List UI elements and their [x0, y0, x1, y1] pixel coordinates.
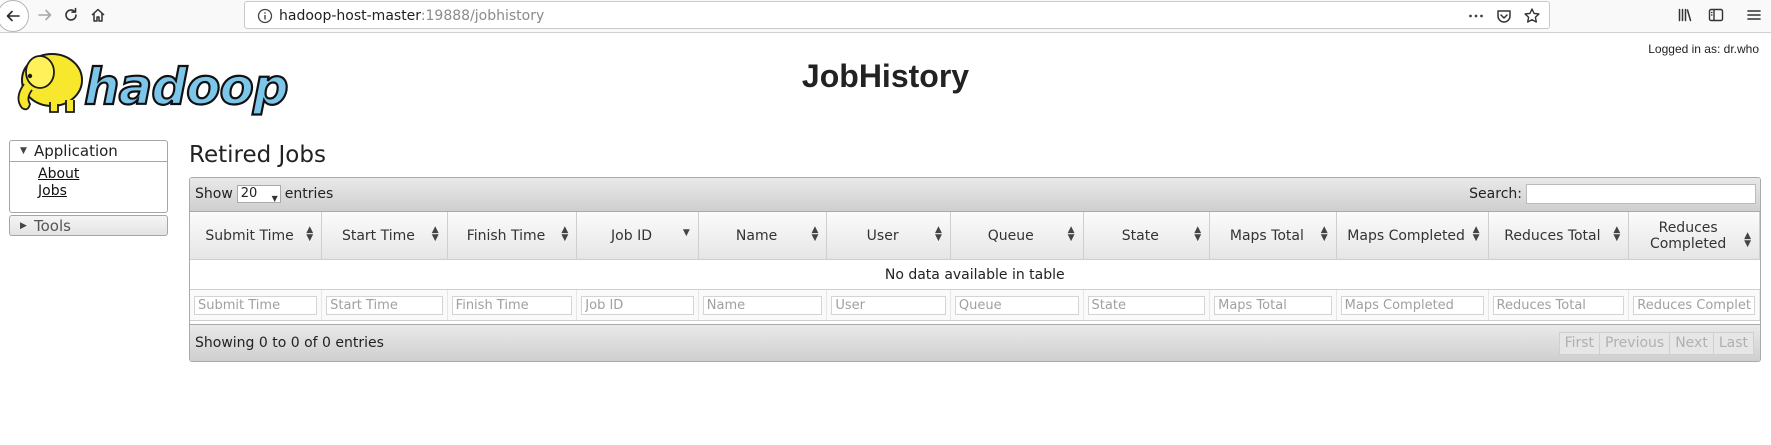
jobs-table-panel: Show 20 ▼ entries Search: Submit Time ▲ ▼ …: [189, 177, 1761, 362]
reload-icon: [65, 7, 77, 21]
empty-table-row: No data available in table: [190, 259, 1760, 290]
col-header-job-id[interactable]: Job ID ▼: [576, 212, 699, 260]
col-header-state[interactable]: State ▲ ▼: [1083, 212, 1211, 260]
url-text: hadoop-host-master:19888/jobhistory: [279, 8, 545, 24]
reload-button[interactable]: [57, 1, 85, 29]
page-length-select[interactable]: 20 ▼: [236, 185, 281, 203]
search-label: Search:: [1469, 186, 1522, 202]
nav-link-jobs[interactable]: Jobs: [38, 183, 167, 200]
sort-both-icon: ▲ ▼: [1472, 225, 1480, 243]
menu-button[interactable]: [1740, 1, 1768, 29]
filter-row: [190, 289, 1760, 321]
sort-both-icon: ▲ ▼: [1194, 225, 1202, 243]
dropdown-arrow-icon: ▼: [271, 194, 278, 203]
pagination: First Previous Next Last: [1558, 332, 1754, 355]
sort-desc-icon: ▼: [682, 228, 690, 238]
back-button[interactable]: [0, 0, 29, 32]
library-icon: [1678, 8, 1692, 22]
page-length-value: 20: [240, 186, 258, 201]
sort-both-icon: ▲ ▼: [934, 225, 942, 243]
filter-maps-completed[interactable]: [1340, 295, 1484, 315]
forward-icon: [38, 9, 52, 21]
pager-first-button[interactable]: First: [1558, 332, 1601, 355]
sort-both-icon: ▲ ▼: [306, 225, 314, 243]
col-header-queue[interactable]: Queue ▲ ▼: [950, 212, 1084, 260]
filter-reduces-completed[interactable]: [1633, 295, 1755, 315]
menu-icon: [1747, 10, 1761, 20]
library-button[interactable]: [1671, 1, 1699, 29]
filter-queue[interactable]: [954, 295, 1079, 315]
pocket-icon[interactable]: [1495, 7, 1513, 25]
col-header-reduces-total[interactable]: Reduces Total ▲ ▼: [1488, 212, 1630, 260]
sort-both-icon: ▲ ▼: [431, 225, 439, 243]
home-icon: [91, 8, 105, 22]
caret-right-icon: ▶: [20, 220, 27, 231]
filter-state[interactable]: [1087, 295, 1206, 315]
table-header-row: Submit Time ▲ ▼ Start Time ▲ ▼ Finish Time ▲ ▼…: [190, 212, 1760, 260]
table-info: Showing 0 to 0 of 0 entries: [195, 335, 384, 351]
filter-submit-time[interactable]: [194, 295, 318, 315]
jobs-table: Submit Time ▲ ▼ Start Time ▲ ▼ Finish Time ▲ ▼…: [190, 212, 1760, 321]
page-title: JobHistory: [801, 58, 970, 94]
col-header-user[interactable]: User ▲ ▼: [826, 212, 951, 260]
filter-maps-total[interactable]: [1214, 295, 1332, 315]
home-button[interactable]: [84, 1, 112, 29]
back-icon: [0, 0, 29, 32]
filter-name[interactable]: [702, 295, 823, 315]
logged-in-status: Logged in as: dr.who: [1648, 42, 1759, 56]
forward-button[interactable]: [31, 1, 59, 29]
entries-label: entries: [284, 186, 334, 202]
pager-last-button[interactable]: Last: [1712, 332, 1754, 355]
sort-both-icon: ▲ ▼: [811, 225, 819, 243]
filter-user[interactable]: [831, 295, 946, 315]
nav-application-label: Application: [34, 142, 118, 160]
filter-job-id[interactable]: [581, 295, 694, 315]
nav-application-panel: ▼ Application About Jobs: [9, 140, 168, 213]
nav-tools-label: Tools: [34, 216, 71, 235]
search-input[interactable]: [1526, 184, 1756, 204]
col-header-maps-completed[interactable]: Maps Completed ▲ ▼: [1336, 212, 1489, 260]
sort-both-icon: ▲ ▼: [1320, 225, 1328, 243]
info-icon[interactable]: [257, 8, 273, 24]
more-icon[interactable]: [1467, 7, 1485, 25]
col-header-submit-time[interactable]: Submit Time ▲ ▼: [190, 212, 323, 260]
table-controls: Show 20 ▼ entries Search:: [190, 178, 1760, 212]
col-header-name[interactable]: Name ▲ ▼: [698, 212, 828, 260]
pager-previous-button[interactable]: Previous: [1599, 332, 1671, 355]
nav-application-header[interactable]: ▼ Application: [10, 141, 167, 162]
col-header-finish-time[interactable]: Finish Time ▲ ▼: [447, 212, 578, 260]
show-label: Show: [195, 186, 233, 202]
sidebar-icon: [1708, 8, 1724, 22]
filter-reduces-total[interactable]: [1492, 295, 1625, 315]
sort-both-icon: ▲ ▼: [1744, 231, 1751, 249]
sidebar-button[interactable]: [1702, 1, 1730, 29]
col-header-reduces-completed[interactable]: Reduces Completed ▲ ▼: [1628, 212, 1760, 260]
bookmark-star-icon[interactable]: [1523, 7, 1541, 25]
caret-down-icon: ▼: [20, 146, 27, 156]
section-title: Retired Jobs: [189, 142, 326, 168]
filter-finish-time[interactable]: [451, 295, 573, 315]
pager-next-button[interactable]: Next: [1669, 332, 1714, 355]
empty-message: No data available in table: [190, 259, 1760, 290]
nav-link-about[interactable]: About: [38, 166, 167, 183]
sort-both-icon: ▲ ▼: [561, 225, 569, 243]
browser-toolbar: hadoop-host-master:19888/jobhistory: [0, 0, 1771, 33]
nav-tools-header[interactable]: ▶ Tools: [9, 215, 168, 236]
filter-start-time[interactable]: [326, 295, 443, 315]
col-header-start-time[interactable]: Start Time ▲ ▼: [321, 212, 448, 260]
col-header-maps-total[interactable]: Maps Total ▲ ▼: [1209, 212, 1337, 260]
sort-both-icon: ▲ ▼: [1067, 225, 1075, 243]
sort-both-icon: ▲ ▼: [1613, 225, 1621, 243]
url-bar[interactable]: hadoop-host-master:19888/jobhistory: [244, 1, 1550, 29]
table-footer: Showing 0 to 0 of 0 entries First Previo…: [190, 324, 1760, 361]
